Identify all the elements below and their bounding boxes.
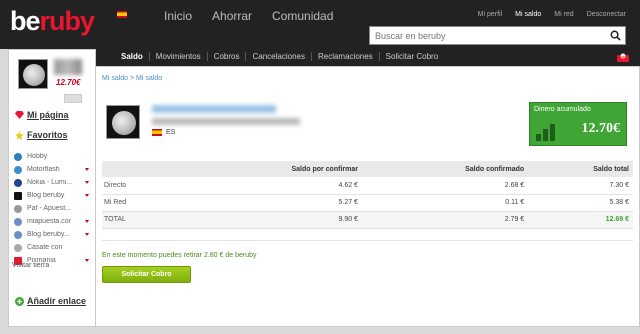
blurred-email	[152, 118, 300, 125]
favorite-blog-beruby[interactable]: Blog beruby	[14, 189, 94, 202]
confirmed-value: 0.11 €	[361, 194, 529, 212]
nav-mi-red[interactable]: Mi red	[554, 11, 573, 18]
favorite-icon	[14, 217, 22, 226]
star-icon	[15, 130, 24, 140]
avatar[interactable]	[18, 59, 48, 89]
profile-avatar	[106, 105, 140, 139]
favorite-icon	[14, 243, 22, 252]
favorites-link[interactable]: Favoritos	[15, 130, 68, 140]
sub-nav: Saldo Movimientos Cobros Cancelaciones R…	[115, 52, 444, 61]
column-header	[102, 161, 177, 177]
main-nav: Inicio Ahorrar Comunidad	[164, 9, 333, 23]
dropdown-arrow-icon[interactable]	[85, 233, 89, 236]
ruby-icon	[15, 111, 24, 119]
favorite-casate[interactable]: Cásate con	[14, 241, 94, 254]
logo[interactable]: beruby	[10, 6, 95, 37]
moon-image	[23, 64, 45, 86]
favorite-icon	[14, 165, 22, 174]
row-label: Mi Red	[102, 194, 177, 212]
tab-solicitar-cobro[interactable]: Solicitar Cobro	[378, 52, 444, 61]
confirmed-value: 2.68 €	[361, 177, 529, 195]
favorite-paf[interactable]: Paf - Apuest...	[14, 202, 94, 215]
favorite-miapuesta[interactable]: miapuesta.cor	[14, 215, 94, 228]
nav-comunidad[interactable]: Comunidad	[272, 9, 333, 23]
grand-total-value: 12.69 €	[528, 211, 633, 229]
pending-value: 5.27 €	[176, 194, 362, 212]
nav-desconectar[interactable]: Desconectar	[587, 11, 626, 18]
favorite-icon	[14, 230, 22, 239]
favorite-hobby[interactable]: Hobby	[14, 150, 94, 163]
favorite-icon	[14, 204, 22, 213]
total-value: 7.30 €	[528, 177, 633, 195]
add-link-button[interactable]: Añadir enlace	[15, 296, 86, 306]
plus-circle-icon	[15, 296, 24, 306]
nav-mi-saldo[interactable]: Mi saldo	[515, 11, 541, 18]
favorite-icon	[14, 178, 22, 187]
request-payment-button[interactable]: Solicitar Cobro	[102, 266, 191, 283]
accumulated-money-box: Dinero acumulado 12.70€	[529, 102, 627, 146]
dropdown-arrow-icon[interactable]	[85, 168, 89, 171]
table-row: Directo 4.62 € 2.68 € 7.30 €	[102, 177, 633, 195]
dropdown-arrow-icon[interactable]	[85, 220, 89, 223]
column-header: Saldo total	[528, 161, 633, 177]
favorite-icon	[14, 191, 22, 200]
nav-ahorrar[interactable]: Ahorrar	[212, 9, 252, 23]
tab-movimientos[interactable]: Movimientos	[148, 52, 207, 61]
accumulated-title: Dinero acumulado	[534, 106, 591, 113]
favorite-icon	[14, 152, 22, 161]
tab-cobros[interactable]: Cobros	[206, 52, 246, 61]
sidebar-badge-image	[64, 94, 82, 103]
country: ES	[152, 129, 175, 136]
sidebar: 12.70€ Mi página Favoritos Hobby Motorfl…	[8, 49, 96, 327]
user-nav: Mi perfil Mi saldo Mi red Desconectar	[478, 11, 626, 18]
divider	[102, 240, 633, 241]
table-row: Mi Red 5.27 € 0.11 € 5.38 €	[102, 194, 633, 212]
pending-value: 4.62 €	[176, 177, 362, 195]
column-header: Saldo por confirmar	[176, 161, 362, 177]
favorite-blog-beruby-2[interactable]: Blog beruby...	[14, 228, 94, 241]
table-header: Saldo por confirmar Saldo confirmado Sal…	[102, 161, 633, 177]
tab-cancelaciones[interactable]: Cancelaciones	[245, 52, 310, 61]
inbox-icon[interactable]	[616, 53, 630, 63]
search-icon[interactable]	[610, 30, 621, 41]
nav-mi-perfil[interactable]: Mi perfil	[478, 11, 503, 18]
withdraw-message: En este momento puedes retirar 2.80 € de…	[102, 252, 257, 259]
balance-table: Saldo por confirmar Saldo confirmado Sal…	[102, 161, 633, 229]
moon-image	[112, 111, 136, 135]
blurred-full-name	[152, 105, 276, 113]
breadcrumb[interactable]: Mi saldo > Mi saldo	[102, 75, 162, 82]
spain-flag-icon	[152, 129, 162, 136]
sidebar-balance: 12.70€	[56, 78, 81, 87]
top-bar: beruby Inicio Ahorrar Comunidad Mi perfi…	[0, 0, 640, 49]
accumulated-value: 12.70€	[581, 121, 621, 136]
visitar-tierra-link[interactable]: Visitar tierra	[12, 262, 52, 270]
row-label: TOTAL	[102, 211, 177, 229]
tab-saldo[interactable]: Saldo	[115, 52, 149, 61]
tab-reclamaciones[interactable]: Reclamaciones	[310, 52, 379, 61]
main-panel: Mi saldo > Mi saldo ES Dinero acumulado …	[96, 66, 640, 327]
bar-chart-icon	[536, 124, 555, 141]
favorite-nokia[interactable]: Nokia - Lumi...	[14, 176, 94, 189]
confirmed-value: 2.79 €	[361, 211, 529, 229]
dropdown-arrow-icon[interactable]	[85, 259, 89, 262]
total-value: 5.38 €	[528, 194, 633, 212]
dropdown-arrow-icon[interactable]	[85, 181, 89, 184]
dropdown-arrow-icon[interactable]	[85, 194, 89, 197]
search-input[interactable]	[370, 27, 590, 44]
favorites-list: Hobby Motorflash Nokia - Lumi... Blog be…	[14, 150, 94, 267]
pending-value: 9.90 €	[176, 211, 362, 229]
search-box	[369, 26, 626, 45]
column-header: Saldo confirmado	[361, 161, 529, 177]
favorite-motorflash[interactable]: Motorflash	[14, 163, 94, 176]
spain-flag-icon	[117, 11, 127, 18]
my-page-link[interactable]: Mi página	[15, 110, 69, 120]
blurred-username	[54, 59, 82, 75]
table-row-total: TOTAL 9.90 € 2.79 € 12.69 €	[102, 211, 633, 229]
nav-inicio[interactable]: Inicio	[164, 9, 192, 23]
row-label: Directo	[102, 177, 177, 195]
